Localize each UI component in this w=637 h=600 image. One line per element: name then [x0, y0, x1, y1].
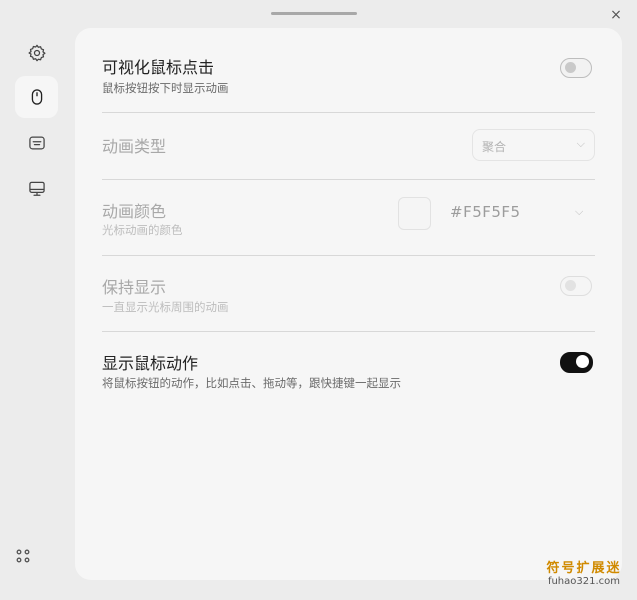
show-mouse-actions-toggle[interactable] — [560, 352, 593, 373]
watermark-url: fuhao321.com — [547, 576, 621, 587]
keyboard-icon — [28, 136, 45, 150]
divider — [102, 255, 595, 256]
apps-grid-icon — [16, 549, 30, 563]
animation-color-row: 动画颜色 光标动画的颜色 — [102, 198, 595, 238]
show-mouse-actions-desc: 将鼠标按钮的动作，比如点击、拖动等，跟快捷键一起显示 — [102, 376, 401, 390]
color-hex-value[interactable]: #F5F5F5 — [450, 203, 521, 221]
animation-type-select[interactable]: 聚合 ⌵ — [472, 129, 595, 161]
close-icon: × — [610, 7, 622, 23]
animation-type-value: 聚合 — [482, 140, 507, 154]
visualize-click-title: 可视化鼠标点击 — [102, 58, 215, 77]
drag-handle[interactable] — [271, 12, 357, 15]
visualize-click-toggle[interactable] — [560, 58, 592, 78]
close-button[interactable]: × — [606, 6, 626, 24]
animation-color-title: 动画颜色 — [102, 202, 167, 221]
monitor-icon — [28, 181, 45, 196]
mouse-icon — [31, 89, 42, 105]
show-mouse-actions-title: 显示鼠标动作 — [102, 354, 199, 373]
keep-showing-toggle[interactable] — [560, 276, 592, 296]
settings-panel: 可视化鼠标点击 鼠标按钮按下时显示动画 动画类型 聚合 ⌵ 动画颜色 光标动画的… — [75, 28, 622, 580]
chevron-down-icon[interactable]: ⌵ — [575, 205, 583, 219]
animation-color-desc: 光标动画的颜色 — [102, 223, 183, 237]
animation-type-title: 动画类型 — [102, 137, 167, 156]
sidebar-item-settings[interactable] — [15, 32, 58, 74]
keep-showing-title: 保持显示 — [102, 278, 167, 297]
divider — [102, 331, 595, 332]
apps-button[interactable] — [15, 548, 31, 564]
gear-icon — [27, 44, 46, 62]
divider — [102, 179, 595, 180]
color-swatch[interactable] — [398, 197, 431, 230]
keep-showing-row: 保持显示 一直显示光标周围的动画 — [102, 274, 595, 314]
sidebar-item-keyboard[interactable] — [15, 122, 58, 164]
visualize-click-desc: 鼠标按钮按下时显示动画 — [102, 81, 229, 95]
divider — [102, 112, 595, 113]
chevron-down-icon: ⌵ — [576, 137, 585, 150]
sidebar — [14, 30, 60, 586]
show-mouse-actions-row: 显示鼠标动作 将鼠标按钮的动作，比如点击、拖动等，跟快捷键一起显示 — [102, 350, 595, 390]
watermark-title: 符号扩展迷 — [546, 561, 622, 576]
sidebar-item-mouse[interactable] — [15, 76, 58, 118]
watermark: 符号扩展迷 fuhao321.com — [541, 562, 627, 587]
settings-window: × 可视化鼠标点击 鼠标按钮按下时显示动画 动画类型 聚合 ⌵ 动画颜色 光标动… — [0, 0, 637, 600]
visualize-click-row: 可视化鼠标点击 鼠标按钮按下时显示动画 — [102, 54, 595, 114]
keep-showing-desc: 一直显示光标周围的动画 — [102, 300, 229, 314]
sidebar-item-display[interactable] — [15, 168, 58, 210]
